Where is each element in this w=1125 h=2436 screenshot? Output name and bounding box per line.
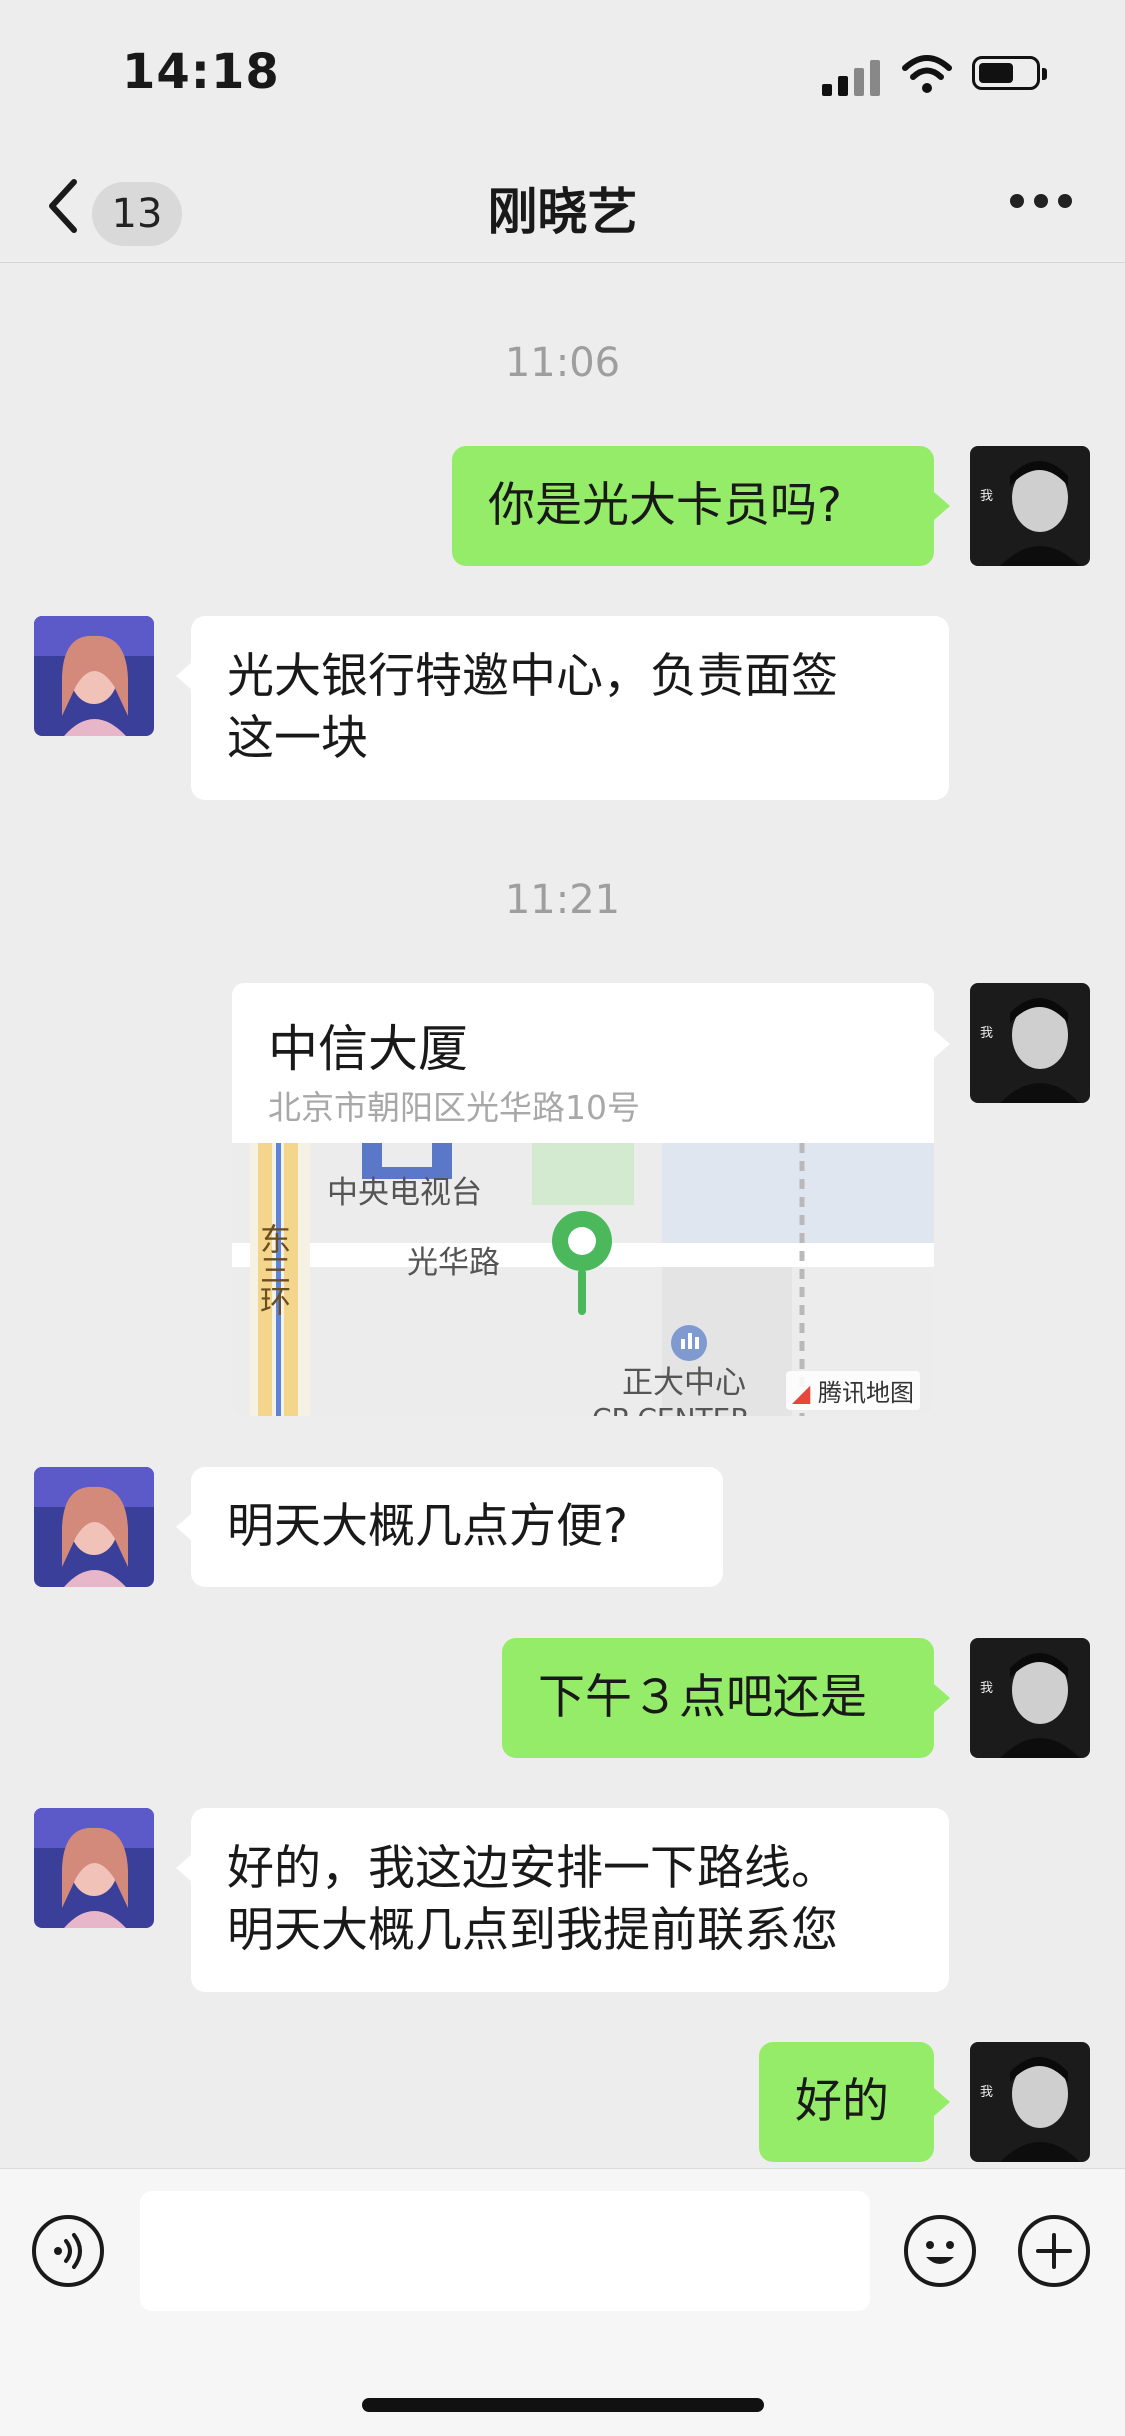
map-credit-text: 腾讯地图 [818, 1379, 914, 1407]
bubble-tail [934, 1030, 950, 1058]
bubble-tail [934, 1684, 950, 1712]
bubble-tail [176, 1854, 192, 1882]
timestamp: 11:21 [504, 877, 621, 923]
message-text-field[interactable] [140, 2191, 870, 2311]
message-text-line: 这一块 [227, 711, 368, 766]
message-text: 明天大概几点方便? [227, 1499, 628, 1554]
timestamp: 11:06 [504, 340, 621, 386]
message-input-bar [0, 2168, 1125, 2436]
wifi-icon [902, 55, 952, 93]
avatar-self[interactable]: 我 [970, 446, 1090, 566]
status-time: 14:18 [122, 44, 280, 100]
map-label-mall-en: CP CENTER [592, 1402, 750, 1416]
message-text: 好的 [795, 2074, 889, 2129]
message-bubble-received[interactable]: 好的，我这边安排一下路线。 明天大概几点到我提前联系您 [191, 1808, 949, 1992]
message-bubble-sent[interactable]: 下午３点吧还是 [502, 1638, 934, 1758]
plus-icon [1036, 2233, 1072, 2269]
voice-input-button[interactable] [32, 2215, 104, 2287]
bubble-tail [176, 662, 192, 690]
avatar-contact[interactable] [34, 616, 154, 736]
svg-text:我: 我 [980, 2085, 993, 2100]
map-logo-icon: ◢ [791, 1379, 811, 1407]
location-address: 北京市朝阳区光华路10号 [268, 1088, 640, 1127]
message-text-line: 好的，我这边安排一下路线。 [227, 1841, 838, 1896]
voice-icon [54, 2233, 82, 2269]
message-text: 下午３点吧还是 [538, 1670, 867, 1725]
emoji-button[interactable] [904, 2215, 976, 2287]
message-text-line: 明天大概几点到我提前联系您 [227, 1903, 838, 1958]
bubble-tail [934, 2088, 950, 2116]
chat-header: 13 刚晓艺 [0, 150, 1125, 263]
status-bar: 14:18 [0, 0, 1125, 150]
svg-text:我: 我 [980, 1681, 993, 1696]
location-name: 中信大厦 [268, 1020, 468, 1078]
location-card[interactable]: 中信大厦 北京市朝阳区光华路10号 中央电视台 光华路 东三环 正大中心 CP … [232, 983, 934, 1416]
bubble-tail [176, 1513, 192, 1541]
avatar-contact[interactable] [34, 1808, 154, 1928]
map-label-cctv: 中央电视台 [327, 1175, 482, 1211]
avatar-contact[interactable] [34, 1467, 154, 1587]
cellular-signal-icon [822, 58, 884, 96]
svg-text:我: 我 [980, 489, 993, 504]
emoji-icon [926, 2241, 954, 2264]
avatar-self[interactable]: 我 [970, 983, 1090, 1103]
map-label-east-ring: 东三环 [254, 1223, 290, 1316]
home-indicator [362, 2398, 764, 2412]
chat-title: 刚晓艺 [487, 183, 638, 241]
message-bubble-sent[interactable]: 你是光大卡员吗? [452, 446, 934, 566]
message-text: 你是光大卡员吗? [488, 478, 842, 533]
map-label-road: 光华路 [407, 1245, 500, 1281]
message-text-line: 光大银行特邀中心，负责面签 [227, 649, 838, 704]
svg-text:我: 我 [980, 1026, 993, 1041]
more-options-icon[interactable] [1010, 194, 1074, 214]
battery-icon [972, 56, 1047, 90]
message-bubble-sent[interactable]: 好的 [759, 2042, 934, 2162]
message-bubble-received[interactable]: 光大银行特邀中心，负责面签 这一块 [191, 616, 949, 800]
map-label-mall: 正大中心 [622, 1365, 746, 1401]
more-functions-button[interactable] [1018, 2215, 1090, 2287]
map-credit: ◢ 腾讯地图 [785, 1371, 920, 1410]
avatar-self[interactable]: 我 [970, 1638, 1090, 1758]
bubble-tail [934, 492, 950, 520]
avatar-self[interactable]: 我 [970, 2042, 1090, 2162]
message-bubble-received[interactable]: 明天大概几点方便? [191, 1467, 723, 1587]
